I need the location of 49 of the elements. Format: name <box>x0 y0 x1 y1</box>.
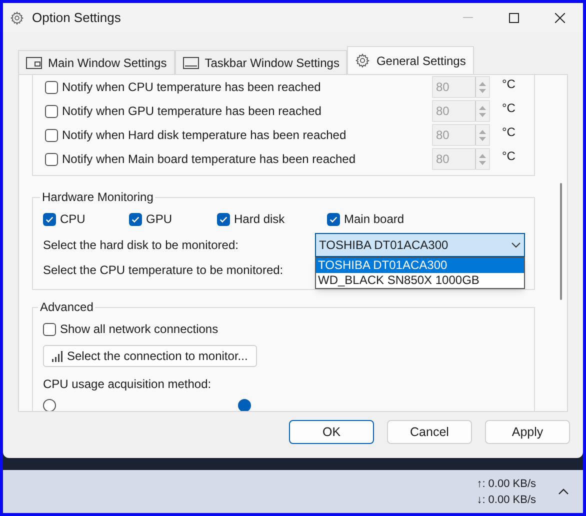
dropdown-option[interactable]: TOSHIBA DT01ACA300 <box>316 258 524 273</box>
checkbox-label: Show all network connections <box>60 321 218 338</box>
radio-button[interactable] <box>43 399 56 411</box>
select-connection-button[interactable]: Select the connection to monitor... <box>43 345 257 367</box>
tab[interactable]: Taskbar Window Settings <box>174 50 348 74</box>
chevron-down-icon <box>511 242 521 248</box>
notify-label: Notify when GPU temperature has been reached <box>62 103 322 120</box>
hard-disk-dropdown[interactable]: TOSHIBA DT01ACA300 <box>315 233 525 257</box>
dialog-button[interactable]: Cancel <box>387 420 472 444</box>
checkbox-label: CPU <box>60 211 86 228</box>
tab[interactable]: Main Window Settings <box>18 50 175 74</box>
checkbox[interactable] <box>327 212 340 226</box>
checkbox[interactable] <box>45 80 58 94</box>
checkbox-label: GPU <box>146 211 172 228</box>
unit-label: °C <box>501 100 516 117</box>
tab[interactable]: General Settings <box>347 46 474 74</box>
gear-icon <box>355 53 370 68</box>
notify-label: Notify when CPU temperature has been reached <box>62 79 321 96</box>
checkbox[interactable] <box>43 212 56 226</box>
checkbox[interactable] <box>45 104 58 118</box>
checkbox-label: Hard disk <box>234 211 285 228</box>
dialog-button[interactable]: Apply <box>485 420 570 444</box>
chevron-up-icon[interactable] <box>558 488 569 495</box>
checkbox[interactable] <box>129 212 142 226</box>
window-icon <box>26 56 42 68</box>
notify-label: Notify when Hard disk temperature has been reached <box>62 127 346 144</box>
field-label: Select the CPU temperature to be monitored: <box>43 262 284 279</box>
field-label: Select the hard disk to be monitored: <box>43 237 238 254</box>
unit-label: °C <box>501 76 516 93</box>
unit-label: °C <box>501 148 516 165</box>
signal-icon <box>52 350 64 362</box>
checkbox[interactable] <box>43 322 56 336</box>
group-title: Hardware Monitoring <box>41 189 154 206</box>
window-title: Option Settings <box>32 8 121 27</box>
dialog-button[interactable]: OK <box>289 420 374 444</box>
gear-icon <box>10 10 24 24</box>
upload-speed: ↑: 0.00 KB/s <box>476 476 536 492</box>
checkbox[interactable] <box>45 128 58 142</box>
checkbox[interactable] <box>45 152 58 166</box>
dropdown-option[interactable]: WD_BLACK SN850X 1000GB <box>316 273 524 288</box>
download-speed: ↓: 0.00 KB/s <box>476 492 536 508</box>
radio-button[interactable] <box>238 399 251 411</box>
checkbox-label: Main board <box>344 211 404 228</box>
notify-label: Notify when Main board temperature has been reached <box>62 151 356 168</box>
checkbox[interactable] <box>217 212 230 226</box>
taskbar-icon <box>182 56 199 68</box>
group-title: Advanced <box>39 299 94 316</box>
field-label: CPU usage acquisition method: <box>43 376 212 393</box>
unit-label: °C <box>501 124 516 141</box>
